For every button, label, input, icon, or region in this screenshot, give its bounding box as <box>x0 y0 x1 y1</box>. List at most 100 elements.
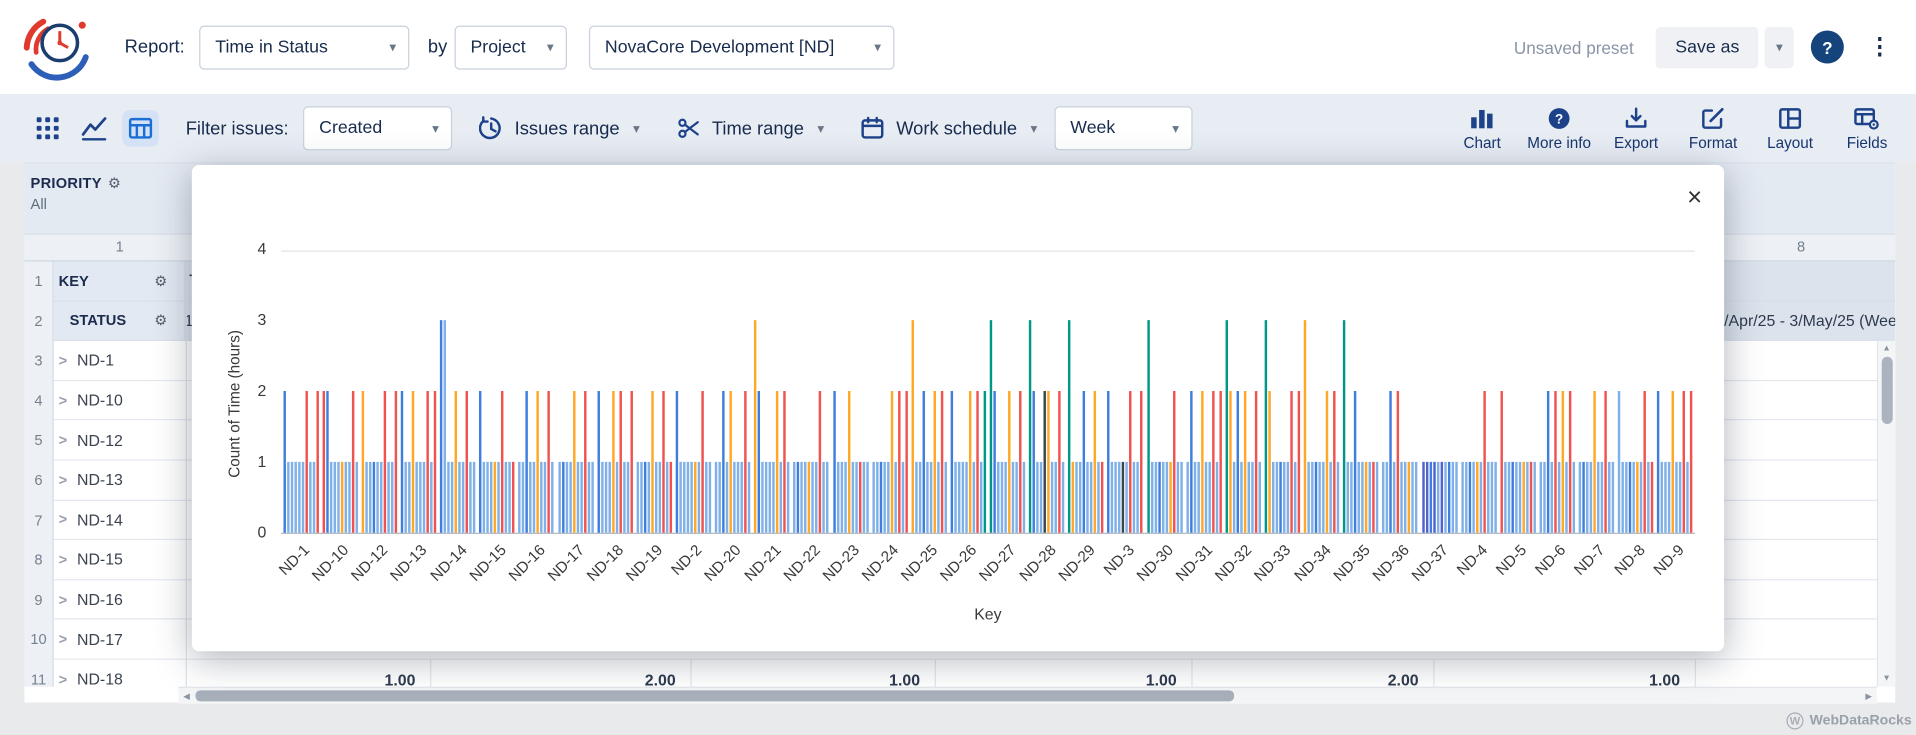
bar-group[interactable] <box>1538 252 1577 533</box>
kebab-menu-button[interactable]: ⋮ <box>1868 35 1891 58</box>
bar <box>337 462 339 533</box>
gear-icon[interactable]: ⚙ <box>108 175 121 192</box>
gear-icon[interactable]: ⚙ <box>154 312 167 329</box>
bar <box>1376 462 1378 533</box>
project-select[interactable]: NovaCore Development [ND] ▾ <box>589 25 894 69</box>
bar-group[interactable] <box>360 252 399 533</box>
bar <box>1015 462 1017 533</box>
bar-group[interactable] <box>1459 252 1498 533</box>
bar-group[interactable] <box>517 252 556 533</box>
bar-group[interactable] <box>1263 252 1302 533</box>
bar-group[interactable] <box>556 252 595 533</box>
expand-chevron-icon[interactable]: > <box>59 512 71 527</box>
bar-group[interactable] <box>1145 252 1184 533</box>
bar-group[interactable] <box>870 252 909 533</box>
format-button[interactable]: Format <box>1679 106 1747 151</box>
work-schedule-dropdown[interactable]: Work schedule ▾ <box>861 116 1038 140</box>
webdatarocks-attribution[interactable]: W WebDataRocks <box>1786 712 1911 729</box>
bar-group[interactable] <box>988 252 1027 533</box>
value-cell[interactable]: 2.00 <box>1191 660 1433 687</box>
issues-range-dropdown[interactable]: Issues range ▾ <box>479 116 640 140</box>
priority-filter[interactable]: PRIORITY ⚙ All <box>31 175 122 213</box>
scroll-down-arrow-icon[interactable]: ▼ <box>1878 674 1895 683</box>
bar-group[interactable] <box>1184 252 1223 533</box>
save-as-button[interactable]: Save as <box>1656 26 1759 68</box>
bar-group[interactable] <box>1656 252 1695 533</box>
bar-group[interactable] <box>438 252 477 533</box>
value-cell[interactable]: 2.00 <box>430 660 690 687</box>
line-chart-view-button[interactable] <box>76 110 113 147</box>
expand-chevron-icon[interactable]: > <box>59 592 71 607</box>
issue-key: ND-12 <box>77 431 123 449</box>
bar-group[interactable] <box>949 252 988 533</box>
expand-chevron-icon[interactable]: > <box>59 433 71 448</box>
bar <box>658 462 660 533</box>
scroll-left-arrow-icon[interactable]: ◀ <box>183 692 190 702</box>
expand-chevron-icon[interactable]: > <box>59 672 71 687</box>
bar-group[interactable] <box>1302 252 1341 533</box>
bar-group[interactable] <box>281 252 320 533</box>
bar-group[interactable] <box>713 252 752 533</box>
expand-chevron-icon[interactable]: > <box>59 552 71 567</box>
bar-group[interactable] <box>477 252 516 533</box>
bar-group[interactable] <box>1106 252 1145 533</box>
layout-button[interactable]: Layout <box>1756 106 1824 151</box>
bar-group[interactable] <box>831 252 870 533</box>
bar-group[interactable] <box>1577 252 1616 533</box>
bar-group[interactable] <box>792 252 831 533</box>
bar-group[interactable] <box>1381 252 1420 533</box>
scroll-up-arrow-icon[interactable]: ▲ <box>1878 345 1895 354</box>
value-cell[interactable]: 1.00 <box>186 660 430 687</box>
save-as-dropdown-button[interactable]: ▾ <box>1765 26 1794 68</box>
horizontal-scrollbar[interactable]: ◀ ▶ <box>178 687 1876 704</box>
attribution-text: WebDataRocks <box>1810 714 1912 729</box>
filter-issues-select[interactable]: Created ▾ <box>303 106 452 150</box>
vertical-scroll-thumb[interactable] <box>1882 357 1893 424</box>
scroll-right-arrow-icon[interactable]: ▶ <box>1865 692 1872 702</box>
bar-group[interactable] <box>320 252 359 533</box>
key-header-cell[interactable]: KEY ⚙ <box>54 261 186 300</box>
value-cell[interactable]: 1.00 <box>690 660 934 687</box>
more-info-button[interactable]: ? More info <box>1525 106 1593 151</box>
bar-group[interactable] <box>1341 252 1380 533</box>
bar <box>1137 462 1139 533</box>
bar-group[interactable] <box>1616 252 1655 533</box>
export-button[interactable]: Export <box>1602 106 1670 151</box>
vertical-scrollbar[interactable]: ▲ ▼ <box>1877 341 1895 687</box>
expand-chevron-icon[interactable]: > <box>59 473 71 488</box>
value-cell[interactable]: 1.00 <box>1433 660 1694 687</box>
chevron-down-icon: ▾ <box>817 120 824 136</box>
help-button[interactable]: ? <box>1811 31 1844 64</box>
bar <box>905 391 907 533</box>
bar-group[interactable] <box>399 252 438 533</box>
expand-chevron-icon[interactable]: > <box>59 353 71 368</box>
bar-group[interactable] <box>1066 252 1105 533</box>
value-cell[interactable] <box>1695 660 1895 687</box>
chart-plot-area[interactable] <box>281 250 1695 533</box>
time-range-dropdown[interactable]: Time range ▾ <box>676 116 824 140</box>
bar-group[interactable] <box>909 252 948 533</box>
value-cell[interactable]: 1.00 <box>935 660 1192 687</box>
bar-group[interactable] <box>595 252 634 533</box>
bar <box>894 462 896 533</box>
bar-group[interactable] <box>752 252 791 533</box>
expand-chevron-icon[interactable]: > <box>59 393 71 408</box>
expand-chevron-icon[interactable]: > <box>59 632 71 647</box>
bar-group[interactable] <box>634 252 673 533</box>
status-header-cell[interactable]: STATUS ⚙ <box>54 301 186 340</box>
scope-select[interactable]: Project ▾ <box>455 25 567 69</box>
close-icon[interactable]: × <box>1687 185 1702 211</box>
period-select[interactable]: Week ▾ <box>1054 106 1192 150</box>
bar-group[interactable] <box>1498 252 1537 533</box>
bar-group[interactable] <box>1027 252 1066 533</box>
bar-group[interactable] <box>1224 252 1263 533</box>
fields-button[interactable]: Fields <box>1833 106 1901 151</box>
grid-view-button[interactable] <box>29 110 66 147</box>
horizontal-scroll-thumb[interactable] <box>196 690 1235 701</box>
bar-group[interactable] <box>674 252 713 533</box>
table-view-button[interactable] <box>122 110 159 147</box>
bar-group[interactable] <box>1420 252 1459 533</box>
chart-button[interactable]: Chart <box>1448 106 1516 151</box>
report-type-select[interactable]: Time in Status ▾ <box>199 25 409 69</box>
gear-icon[interactable]: ⚙ <box>154 272 167 289</box>
